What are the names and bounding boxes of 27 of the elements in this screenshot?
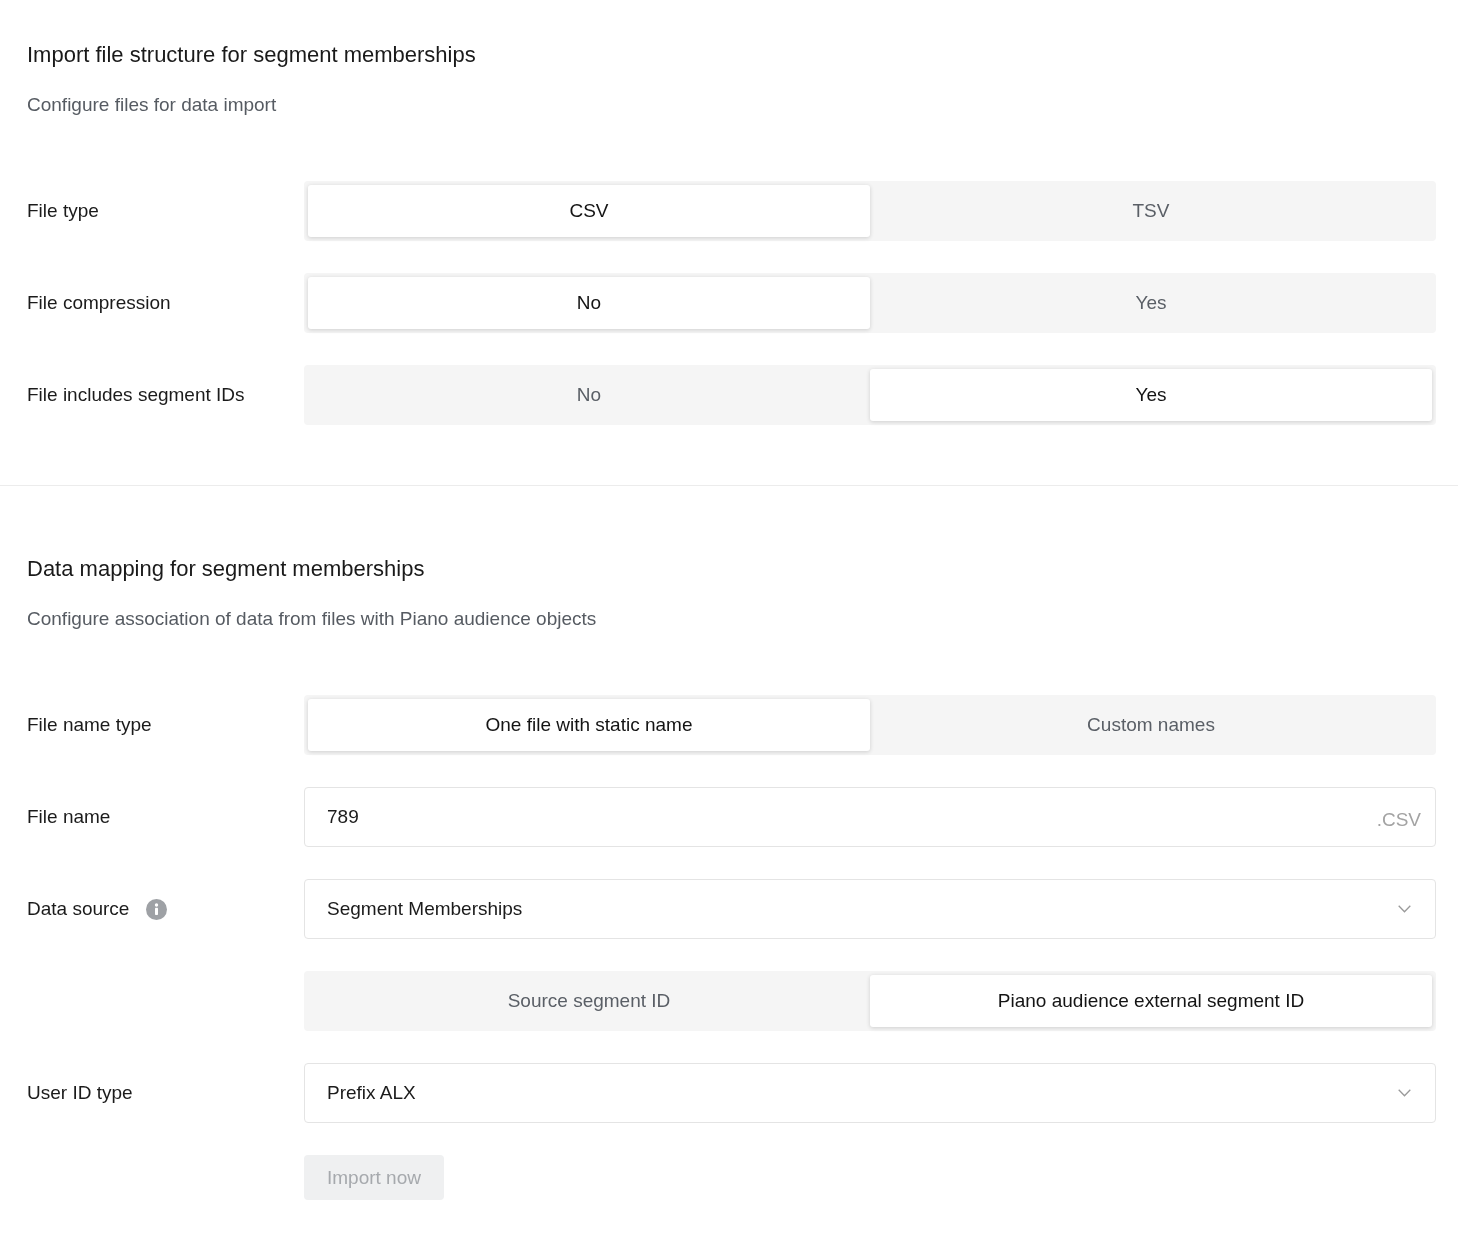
section-title: Import file structure for segment memberships: [27, 41, 477, 69]
segment-option[interactable]: Yes: [870, 369, 1432, 421]
field-label: File name type: [27, 714, 152, 736]
chevron-down-icon: [1398, 905, 1411, 913]
section-title: Data mapping for segment memberships: [27, 555, 426, 583]
field-label: File includes segment IDs: [27, 384, 245, 406]
info-icon[interactable]: [146, 898, 168, 920]
section-subtitle: Configure association of data from files with Piano audience objects: [27, 607, 598, 631]
file-extension-suffix: .CSV: [1376, 809, 1421, 831]
segment-option[interactable]: One file with static name: [308, 699, 870, 751]
segment-option[interactable]: Source segment ID: [308, 975, 870, 1027]
field-label: User ID type: [27, 1082, 133, 1104]
segment-option[interactable]: No: [308, 277, 870, 329]
segment-option[interactable]: TSV: [870, 185, 1432, 237]
field-label: Data source: [27, 898, 130, 920]
segment-option[interactable]: Custom names: [870, 699, 1432, 751]
segment-option[interactable]: CSV: [308, 185, 870, 237]
dropdown-select[interactable]: Segment Memberships: [304, 879, 1436, 939]
field-label: File compression: [27, 292, 171, 314]
dropdown-select[interactable]: Prefix ALX: [304, 1063, 1436, 1123]
segment-option[interactable]: Yes: [870, 277, 1432, 329]
section-subtitle: Configure files for data import: [27, 93, 278, 117]
field-label: File name: [27, 806, 111, 828]
chevron-down-icon: [1398, 1089, 1411, 1097]
segment-option[interactable]: Piano audience external segment ID: [870, 975, 1432, 1027]
segment-option[interactable]: No: [308, 369, 870, 421]
field-label: File type: [27, 200, 99, 222]
